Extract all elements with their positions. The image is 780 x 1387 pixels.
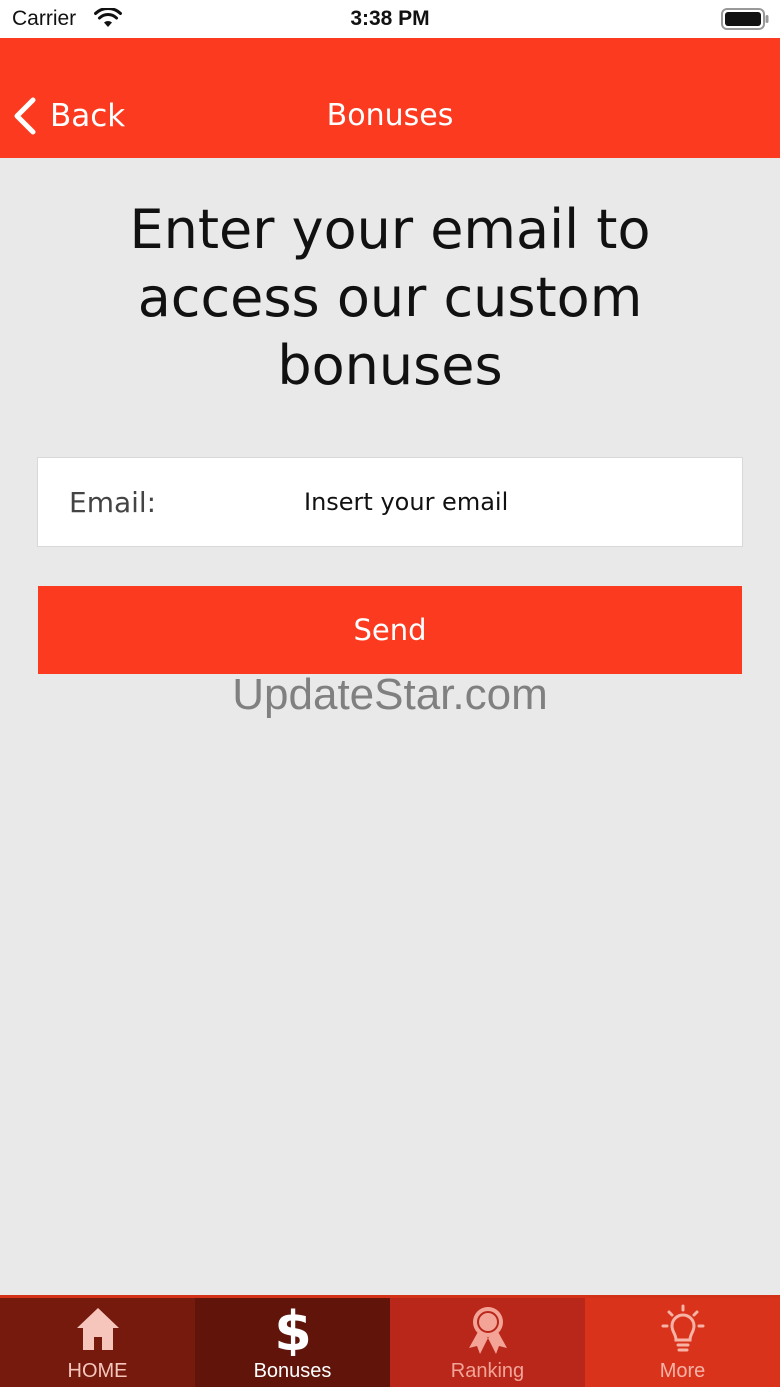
- tab-label: More: [659, 1360, 706, 1382]
- tab-home[interactable]: HOME: [0, 1298, 195, 1387]
- tab-bar: HOME $ Bonuses Ranking More: [0, 1295, 780, 1387]
- email-label: Email:: [69, 486, 157, 519]
- battery-icon: [721, 8, 769, 30]
- tab-more[interactable]: More: [585, 1298, 780, 1387]
- dollar-icon: $: [274, 1304, 312, 1356]
- award-icon: [468, 1307, 507, 1354]
- status-time: 3:38 PM: [350, 7, 430, 30]
- tab-label: HOME: [67, 1360, 128, 1382]
- email-prompt-heading: Enter your email to access our custom bo…: [129, 198, 651, 397]
- watermark: UpdateStar.com: [232, 670, 548, 719]
- lightbulb-icon: [661, 1304, 704, 1352]
- tab-label: Ranking: [450, 1360, 525, 1382]
- home-icon: [76, 1308, 119, 1350]
- send-button[interactable]: Send: [38, 586, 742, 674]
- tab-label: Bonuses: [253, 1360, 332, 1382]
- email-input[interactable]: [288, 474, 708, 530]
- status-bar: Carrier 3:38 PM: [0, 0, 780, 38]
- page-title: Bonuses: [326, 98, 454, 133]
- tab-bonuses[interactable]: $ Bonuses: [195, 1298, 390, 1387]
- navigation-bar: Back Bonuses: [0, 38, 780, 158]
- tab-ranking[interactable]: Ranking: [390, 1298, 585, 1387]
- email-field-row: Email:: [37, 457, 743, 547]
- svg-text:$: $: [274, 1304, 312, 1356]
